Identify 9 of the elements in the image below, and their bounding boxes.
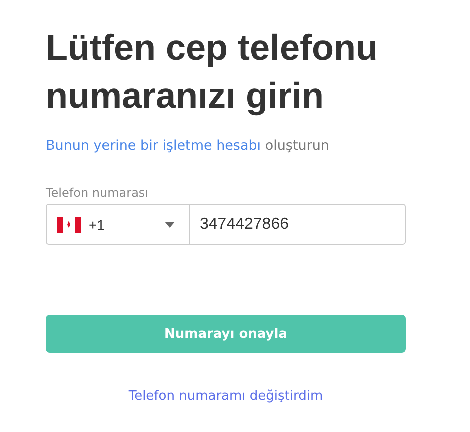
business-account-link[interactable]: Bunun yerine bir işletme hesabı	[46, 138, 262, 154]
phone-input[interactable]: 3474427866	[190, 204, 406, 245]
phone-label: Telefon numarası	[46, 186, 150, 200]
business-account-prompt: Bunun yerine bir işletme hesabı oluşturun	[46, 137, 330, 156]
flag-icon	[57, 216, 81, 232]
change-number-link[interactable]: Telefon numaramı değiştirdim	[128, 389, 324, 404]
country-select[interactable]: +1	[46, 204, 190, 245]
caret-icon	[165, 222, 175, 228]
page-heading: Lütfen cep telefonu numaranızı girin	[46, 26, 379, 118]
